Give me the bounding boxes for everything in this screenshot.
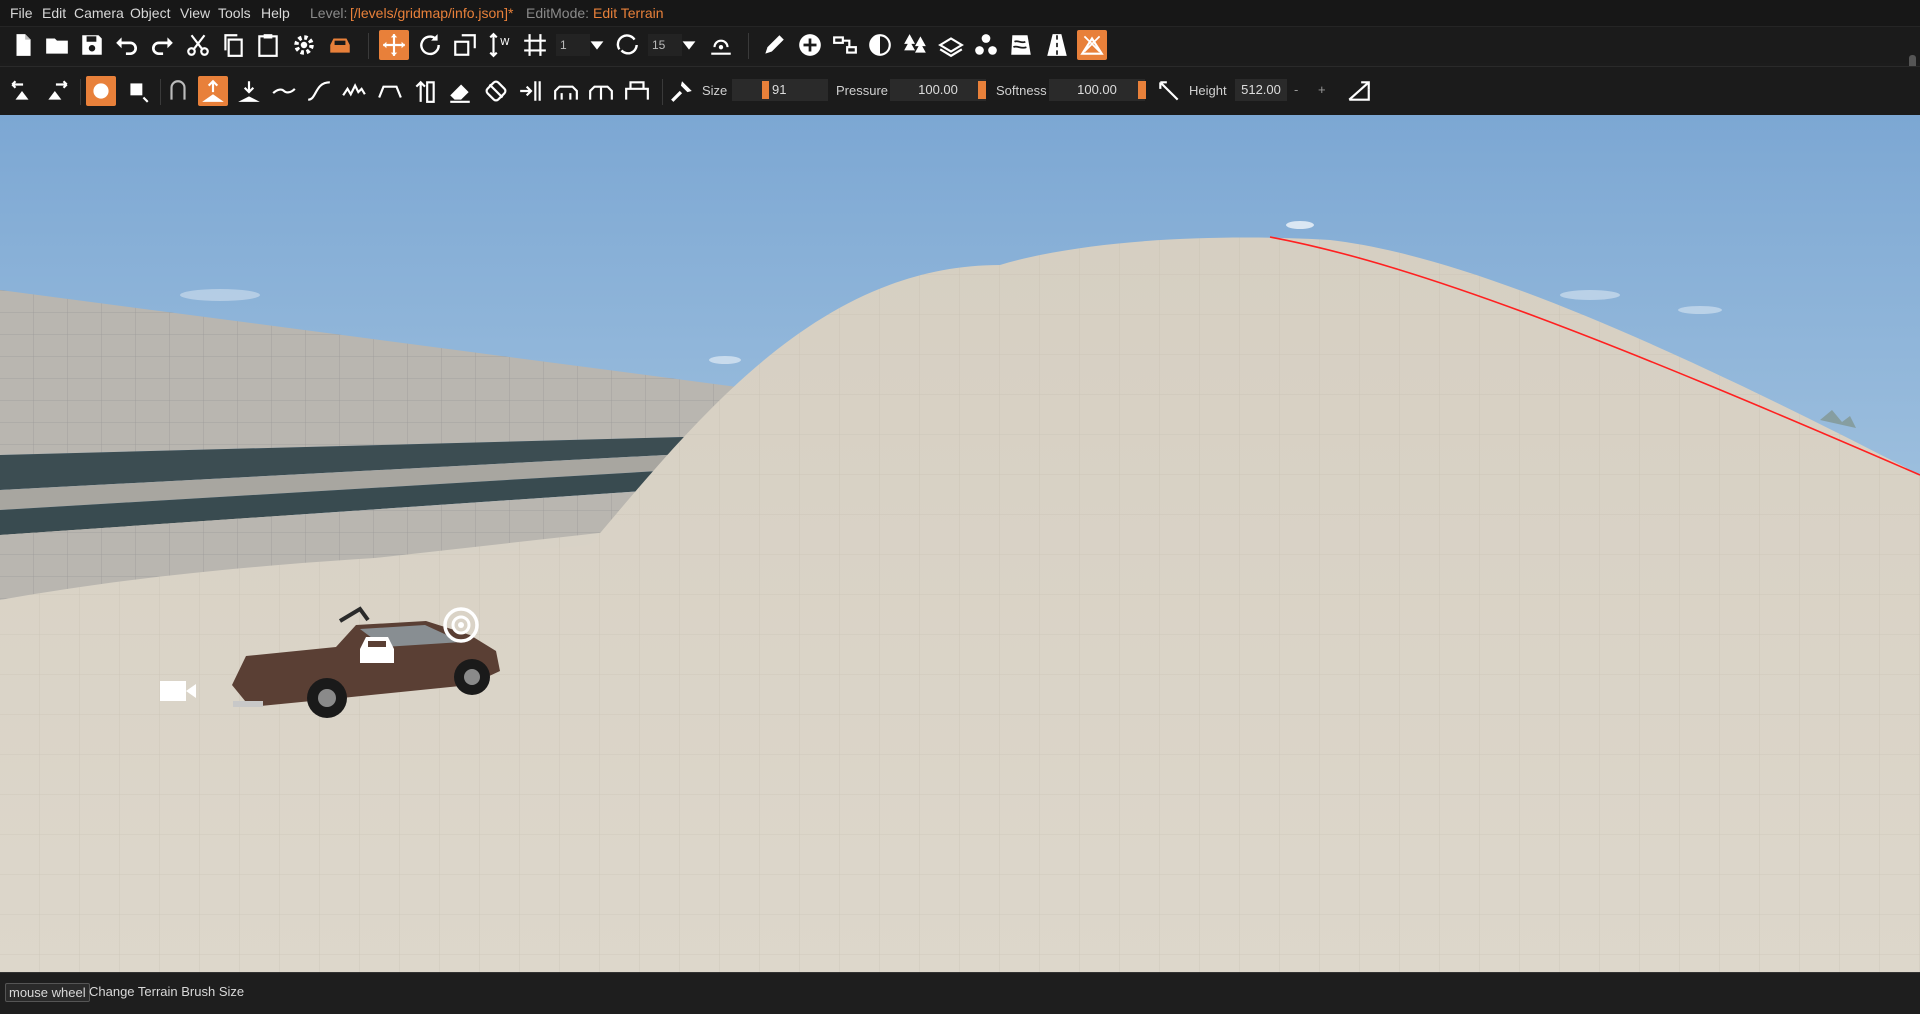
eraser-icon[interactable] — [445, 76, 475, 106]
square-brush-icon[interactable] — [123, 76, 153, 106]
copy-icon[interactable] — [218, 30, 248, 60]
rotate-snap-icon[interactable] — [613, 30, 643, 60]
forest-icon[interactable] — [900, 30, 930, 60]
softness-input[interactable]: 100.00 — [1049, 79, 1145, 101]
menu-view[interactable]: View — [180, 5, 210, 21]
menu-object[interactable]: Object — [130, 5, 170, 21]
size-slider-handle[interactable] — [762, 81, 769, 99]
cloud — [1560, 290, 1620, 300]
circle-brush-icon[interactable] — [86, 76, 116, 106]
brush-select-icon[interactable] — [7, 76, 37, 106]
brush-size-icon — [667, 76, 697, 106]
svg-text:W: W — [500, 37, 510, 48]
grid-snap-icon[interactable] — [520, 30, 550, 60]
shortcut-key: mouse wheel — [5, 983, 90, 1002]
cloud — [180, 289, 260, 301]
undo-icon[interactable] — [112, 30, 142, 60]
pencil-icon[interactable] — [759, 30, 789, 60]
vehicle-icon[interactable] — [325, 30, 355, 60]
menu-edit[interactable]: Edit — [42, 5, 66, 21]
rotate-snap-value[interactable]: 15 — [648, 34, 682, 56]
road-icon[interactable] — [1042, 30, 1072, 60]
brush-deselect-icon[interactable] — [42, 76, 72, 106]
main-toolbar: W 1 15 — [0, 26, 1920, 83]
level-path: [/levels/gridmap/info.json]* — [350, 5, 514, 21]
terrain-snap-icon[interactable] — [706, 30, 736, 60]
terrain-toolbar: Size 91 Pressure 100.00 Softness 100.00 … — [0, 66, 1920, 116]
smooth-slope-icon[interactable] — [304, 76, 334, 106]
paint-noise-icon[interactable] — [339, 76, 369, 106]
material-brush-icon[interactable] — [622, 76, 652, 106]
terrain-editor-icon[interactable] — [1077, 30, 1107, 60]
translate-icon[interactable] — [379, 30, 409, 60]
size-label: Size — [702, 83, 728, 98]
scene-viewport[interactable] — [0, 115, 1920, 972]
clear-terrain-icon[interactable] — [481, 76, 511, 106]
separator — [662, 79, 663, 105]
height-decrease-button[interactable]: - — [1294, 82, 1298, 97]
vehicle-gizmo-icon[interactable] — [360, 637, 394, 663]
level-label: Level: — [310, 5, 348, 21]
editmode-label: EditMode: — [526, 5, 590, 21]
size-input[interactable]: 91 — [732, 79, 828, 101]
align-height-icon[interactable] — [516, 76, 546, 106]
cliff-icon[interactable] — [551, 76, 581, 106]
meshes-icon[interactable] — [971, 30, 1001, 60]
pressure-slider-handle[interactable] — [978, 81, 986, 99]
raise-height-icon[interactable] — [198, 76, 228, 106]
set-height-icon[interactable] — [410, 76, 440, 106]
rotate-icon[interactable] — [415, 30, 445, 60]
menu-tools[interactable]: Tools — [218, 5, 251, 21]
pressure-label: Pressure — [836, 83, 889, 98]
height-input[interactable]: 512.00 — [1235, 79, 1287, 101]
chevron-down-icon[interactable] — [678, 30, 700, 60]
redo-icon[interactable] — [147, 30, 177, 60]
settings-gear-icon[interactable] — [289, 30, 319, 60]
decal-icon[interactable] — [865, 30, 895, 60]
select-brush-icon[interactable] — [163, 76, 193, 106]
paste-icon[interactable] — [253, 30, 283, 60]
smooth-icon[interactable] — [269, 76, 299, 106]
pressure-input[interactable]: 100.00 — [890, 79, 986, 101]
road-spline-icon[interactable] — [830, 30, 860, 60]
snap-height-icon[interactable]: W — [485, 30, 515, 60]
hole-icon[interactable] — [586, 76, 616, 106]
terrain-scene[interactable] — [0, 115, 1920, 972]
slope-icon[interactable] — [1344, 76, 1374, 106]
height-label: Height — [1189, 83, 1227, 98]
new-file-icon[interactable] — [8, 30, 38, 60]
terrain-material-icon[interactable] — [936, 30, 966, 60]
menu-help[interactable]: Help — [261, 5, 290, 21]
river-icon[interactable] — [1006, 30, 1036, 60]
menu-camera[interactable]: Camera — [74, 5, 124, 21]
softness-slider-handle[interactable] — [1138, 81, 1146, 99]
separator — [160, 79, 161, 105]
height-increase-button[interactable]: + — [1318, 82, 1326, 97]
separator — [748, 33, 749, 59]
open-folder-icon[interactable] — [42, 30, 72, 60]
softness-label: Softness — [996, 83, 1047, 98]
size-value: 91 — [772, 82, 787, 97]
cut-icon[interactable] — [183, 30, 213, 60]
lower-height-icon[interactable] — [234, 76, 264, 106]
separator — [368, 33, 369, 59]
flatten-icon[interactable] — [375, 76, 405, 106]
scale-icon[interactable] — [450, 30, 480, 60]
menu-file[interactable]: File — [10, 5, 33, 21]
menu-bar: File Edit Camera Object View Tools Help … — [0, 0, 1920, 26]
shortcut-hint: Change Terrain Brush Size — [89, 984, 245, 999]
add-object-icon[interactable] — [795, 30, 825, 60]
separator — [80, 79, 81, 105]
status-bar: mouse wheel Change Terrain Brush Size — [0, 972, 1920, 1014]
chevron-down-icon[interactable] — [586, 30, 608, 60]
grid-snap-value[interactable]: 1 — [556, 34, 590, 56]
cloud — [1678, 306, 1722, 314]
cloud — [709, 356, 741, 364]
height-pick-icon[interactable] — [1154, 76, 1184, 106]
editmode-value: Edit Terrain — [593, 5, 664, 21]
save-icon[interactable] — [77, 30, 107, 60]
cloud — [1286, 221, 1314, 229]
